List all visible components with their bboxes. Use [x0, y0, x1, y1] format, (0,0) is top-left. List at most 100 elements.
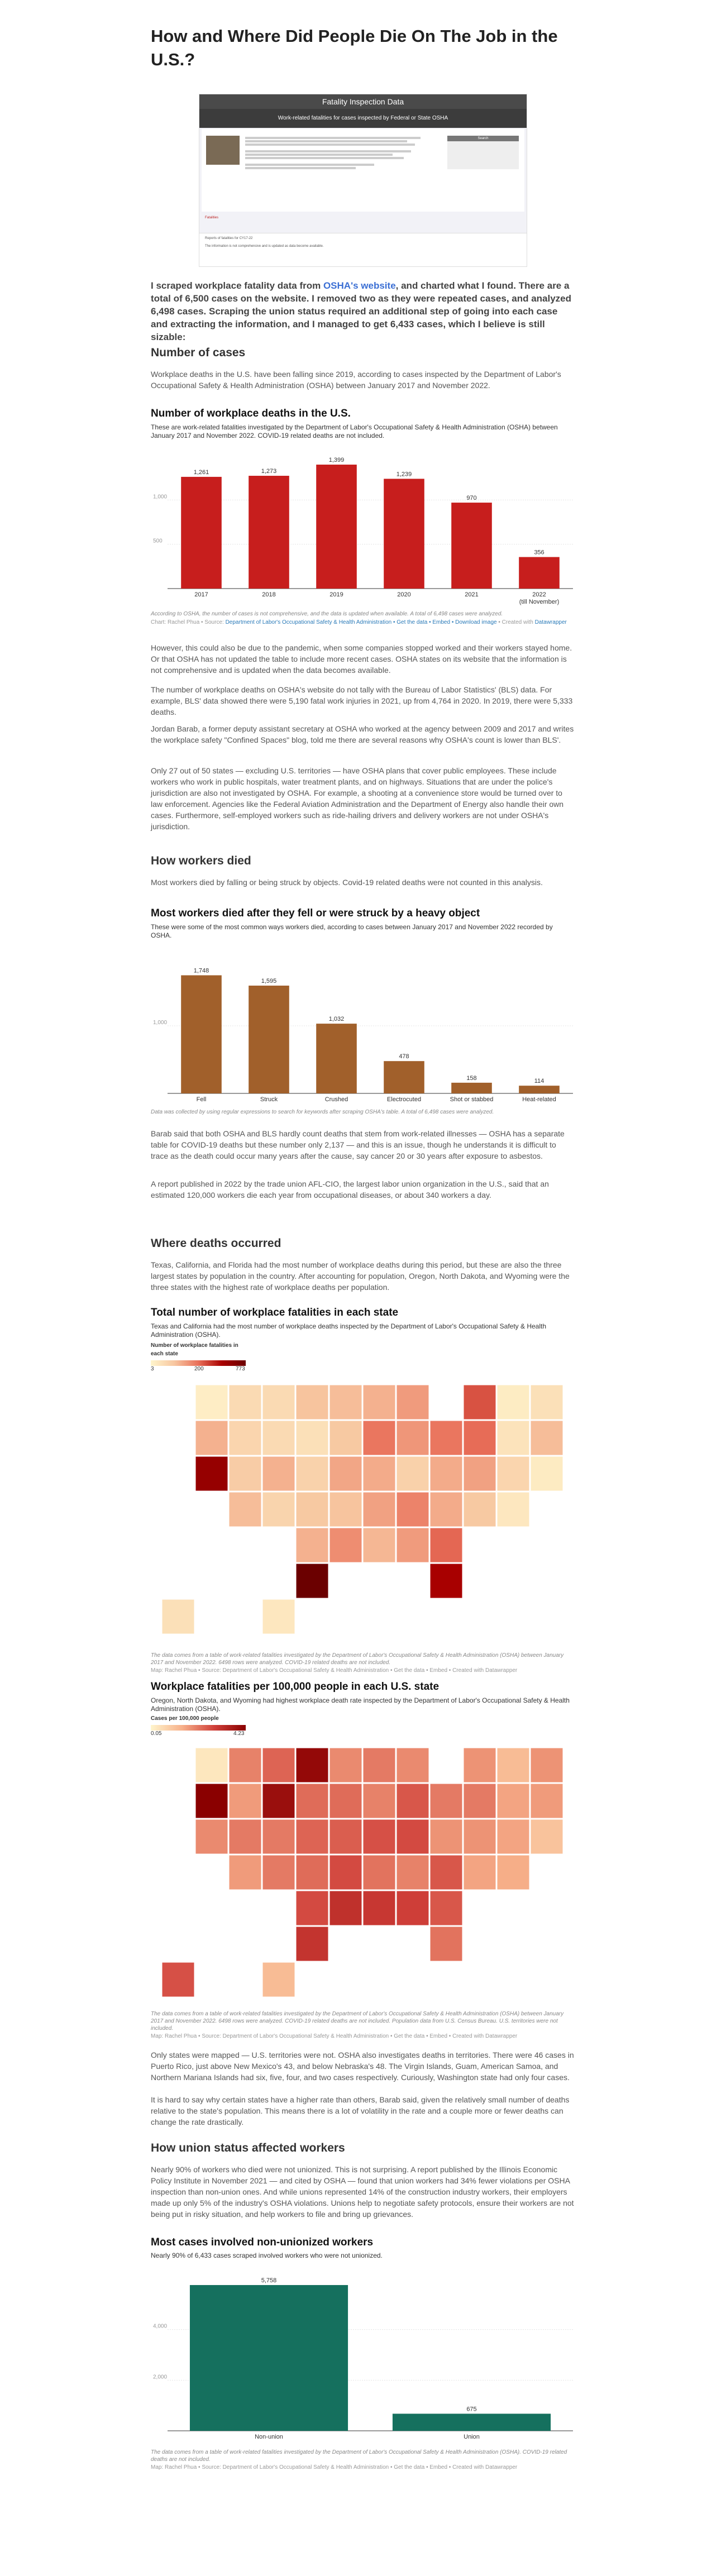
state-shape[interactable] [362, 1890, 396, 1926]
state-shape[interactable] [396, 1747, 429, 1783]
state-shape[interactable] [228, 1747, 262, 1783]
state-shape[interactable] [429, 1420, 463, 1456]
state-shape[interactable] [295, 1420, 329, 1456]
osha-website-link[interactable]: OSHA's website [323, 280, 396, 291]
state-shape[interactable] [362, 1819, 396, 1855]
state-shape[interactable] [228, 1492, 262, 1527]
state-shape[interactable] [396, 1890, 429, 1926]
state-shape[interactable] [262, 1492, 295, 1527]
state-shape[interactable] [362, 1492, 396, 1527]
state-shape[interactable] [463, 1384, 496, 1420]
state-shape[interactable] [463, 1492, 496, 1527]
state-shape[interactable] [496, 1492, 530, 1527]
state-shape[interactable] [463, 1819, 496, 1855]
state-shape[interactable] [496, 1819, 530, 1855]
state-shape[interactable] [362, 1855, 396, 1890]
state-shape[interactable] [295, 1855, 329, 1890]
state-shape[interactable] [429, 1563, 463, 1599]
state-shape[interactable] [295, 1492, 329, 1527]
state-shape[interactable] [362, 1384, 396, 1420]
state-shape[interactable] [362, 1420, 396, 1456]
state-shape[interactable] [530, 1783, 563, 1819]
data-links[interactable]: • Get the data • Embed • Download image [391, 619, 497, 625]
state-shape[interactable] [262, 1456, 295, 1492]
state-shape[interactable] [429, 1855, 463, 1890]
state-shape[interactable] [329, 1527, 362, 1563]
source-link[interactable]: Department of Labor's Occupational Safet… [226, 619, 392, 625]
state-shape[interactable] [295, 1527, 329, 1563]
state-shape[interactable] [362, 1783, 396, 1819]
state-shape[interactable] [295, 1384, 329, 1420]
state-shape[interactable] [496, 1747, 530, 1783]
state-shape[interactable] [295, 1456, 329, 1492]
state-shape[interactable] [463, 1855, 496, 1890]
state-shape[interactable] [496, 1420, 530, 1456]
state-shape[interactable] [295, 1747, 329, 1783]
state-shape[interactable] [429, 1926, 463, 1962]
state-shape[interactable] [329, 1890, 362, 1926]
state-shape[interactable] [396, 1456, 429, 1492]
state-shape[interactable] [195, 1384, 228, 1420]
state-shape[interactable] [496, 1783, 530, 1819]
state-shape[interactable] [396, 1855, 429, 1890]
state-shape[interactable] [228, 1855, 262, 1890]
state-shape[interactable] [329, 1384, 362, 1420]
state-shape[interactable] [396, 1492, 429, 1527]
state-shape[interactable] [262, 1384, 295, 1420]
state-shape[interactable] [161, 1962, 195, 1997]
state-shape[interactable] [329, 1747, 362, 1783]
state-shape[interactable] [262, 1783, 295, 1819]
state-shape[interactable] [429, 1456, 463, 1492]
state-shape[interactable] [262, 1599, 295, 1635]
state-shape[interactable] [396, 1384, 429, 1420]
state-shape[interactable] [295, 1783, 329, 1819]
state-shape[interactable] [429, 1890, 463, 1926]
state-shape[interactable] [362, 1527, 396, 1563]
state-shape[interactable] [262, 1962, 295, 1997]
state-shape[interactable] [396, 1819, 429, 1855]
state-shape[interactable] [530, 1384, 563, 1420]
state-shape[interactable] [530, 1420, 563, 1456]
state-shape[interactable] [262, 1819, 295, 1855]
state-shape[interactable] [463, 1747, 496, 1783]
state-shape[interactable] [496, 1456, 530, 1492]
state-shape[interactable] [262, 1855, 295, 1890]
state-shape[interactable] [228, 1819, 262, 1855]
state-shape[interactable] [295, 1926, 329, 1962]
state-shape[interactable] [530, 1819, 563, 1855]
state-shape[interactable] [530, 1747, 563, 1783]
state-shape[interactable] [429, 1819, 463, 1855]
state-shape[interactable] [496, 1855, 530, 1890]
state-shape[interactable] [463, 1456, 496, 1492]
state-shape[interactable] [161, 1599, 195, 1635]
state-shape[interactable] [396, 1420, 429, 1456]
state-shape[interactable] [396, 1527, 429, 1563]
state-shape[interactable] [329, 1783, 362, 1819]
state-shape[interactable] [463, 1783, 496, 1819]
state-shape[interactable] [262, 1420, 295, 1456]
state-shape[interactable] [228, 1384, 262, 1420]
state-shape[interactable] [396, 1783, 429, 1819]
state-shape[interactable] [295, 1890, 329, 1926]
state-shape[interactable] [228, 1420, 262, 1456]
state-shape[interactable] [429, 1492, 463, 1527]
state-shape[interactable] [228, 1456, 262, 1492]
state-shape[interactable] [329, 1420, 362, 1456]
state-shape[interactable] [463, 1420, 496, 1456]
state-shape[interactable] [195, 1456, 228, 1492]
state-shape[interactable] [329, 1456, 362, 1492]
state-shape[interactable] [228, 1783, 262, 1819]
state-shape[interactable] [496, 1384, 530, 1420]
state-shape[interactable] [195, 1420, 228, 1456]
state-shape[interactable] [329, 1855, 362, 1890]
state-shape[interactable] [329, 1819, 362, 1855]
state-shape[interactable] [429, 1527, 463, 1563]
state-shape[interactable] [362, 1456, 396, 1492]
state-shape[interactable] [195, 1783, 228, 1819]
state-shape[interactable] [362, 1747, 396, 1783]
state-shape[interactable] [295, 1563, 329, 1599]
state-shape[interactable] [195, 1819, 228, 1855]
state-shape[interactable] [429, 1783, 463, 1819]
datawrapper-link[interactable]: Datawrapper [535, 619, 567, 625]
state-shape[interactable] [262, 1747, 295, 1783]
